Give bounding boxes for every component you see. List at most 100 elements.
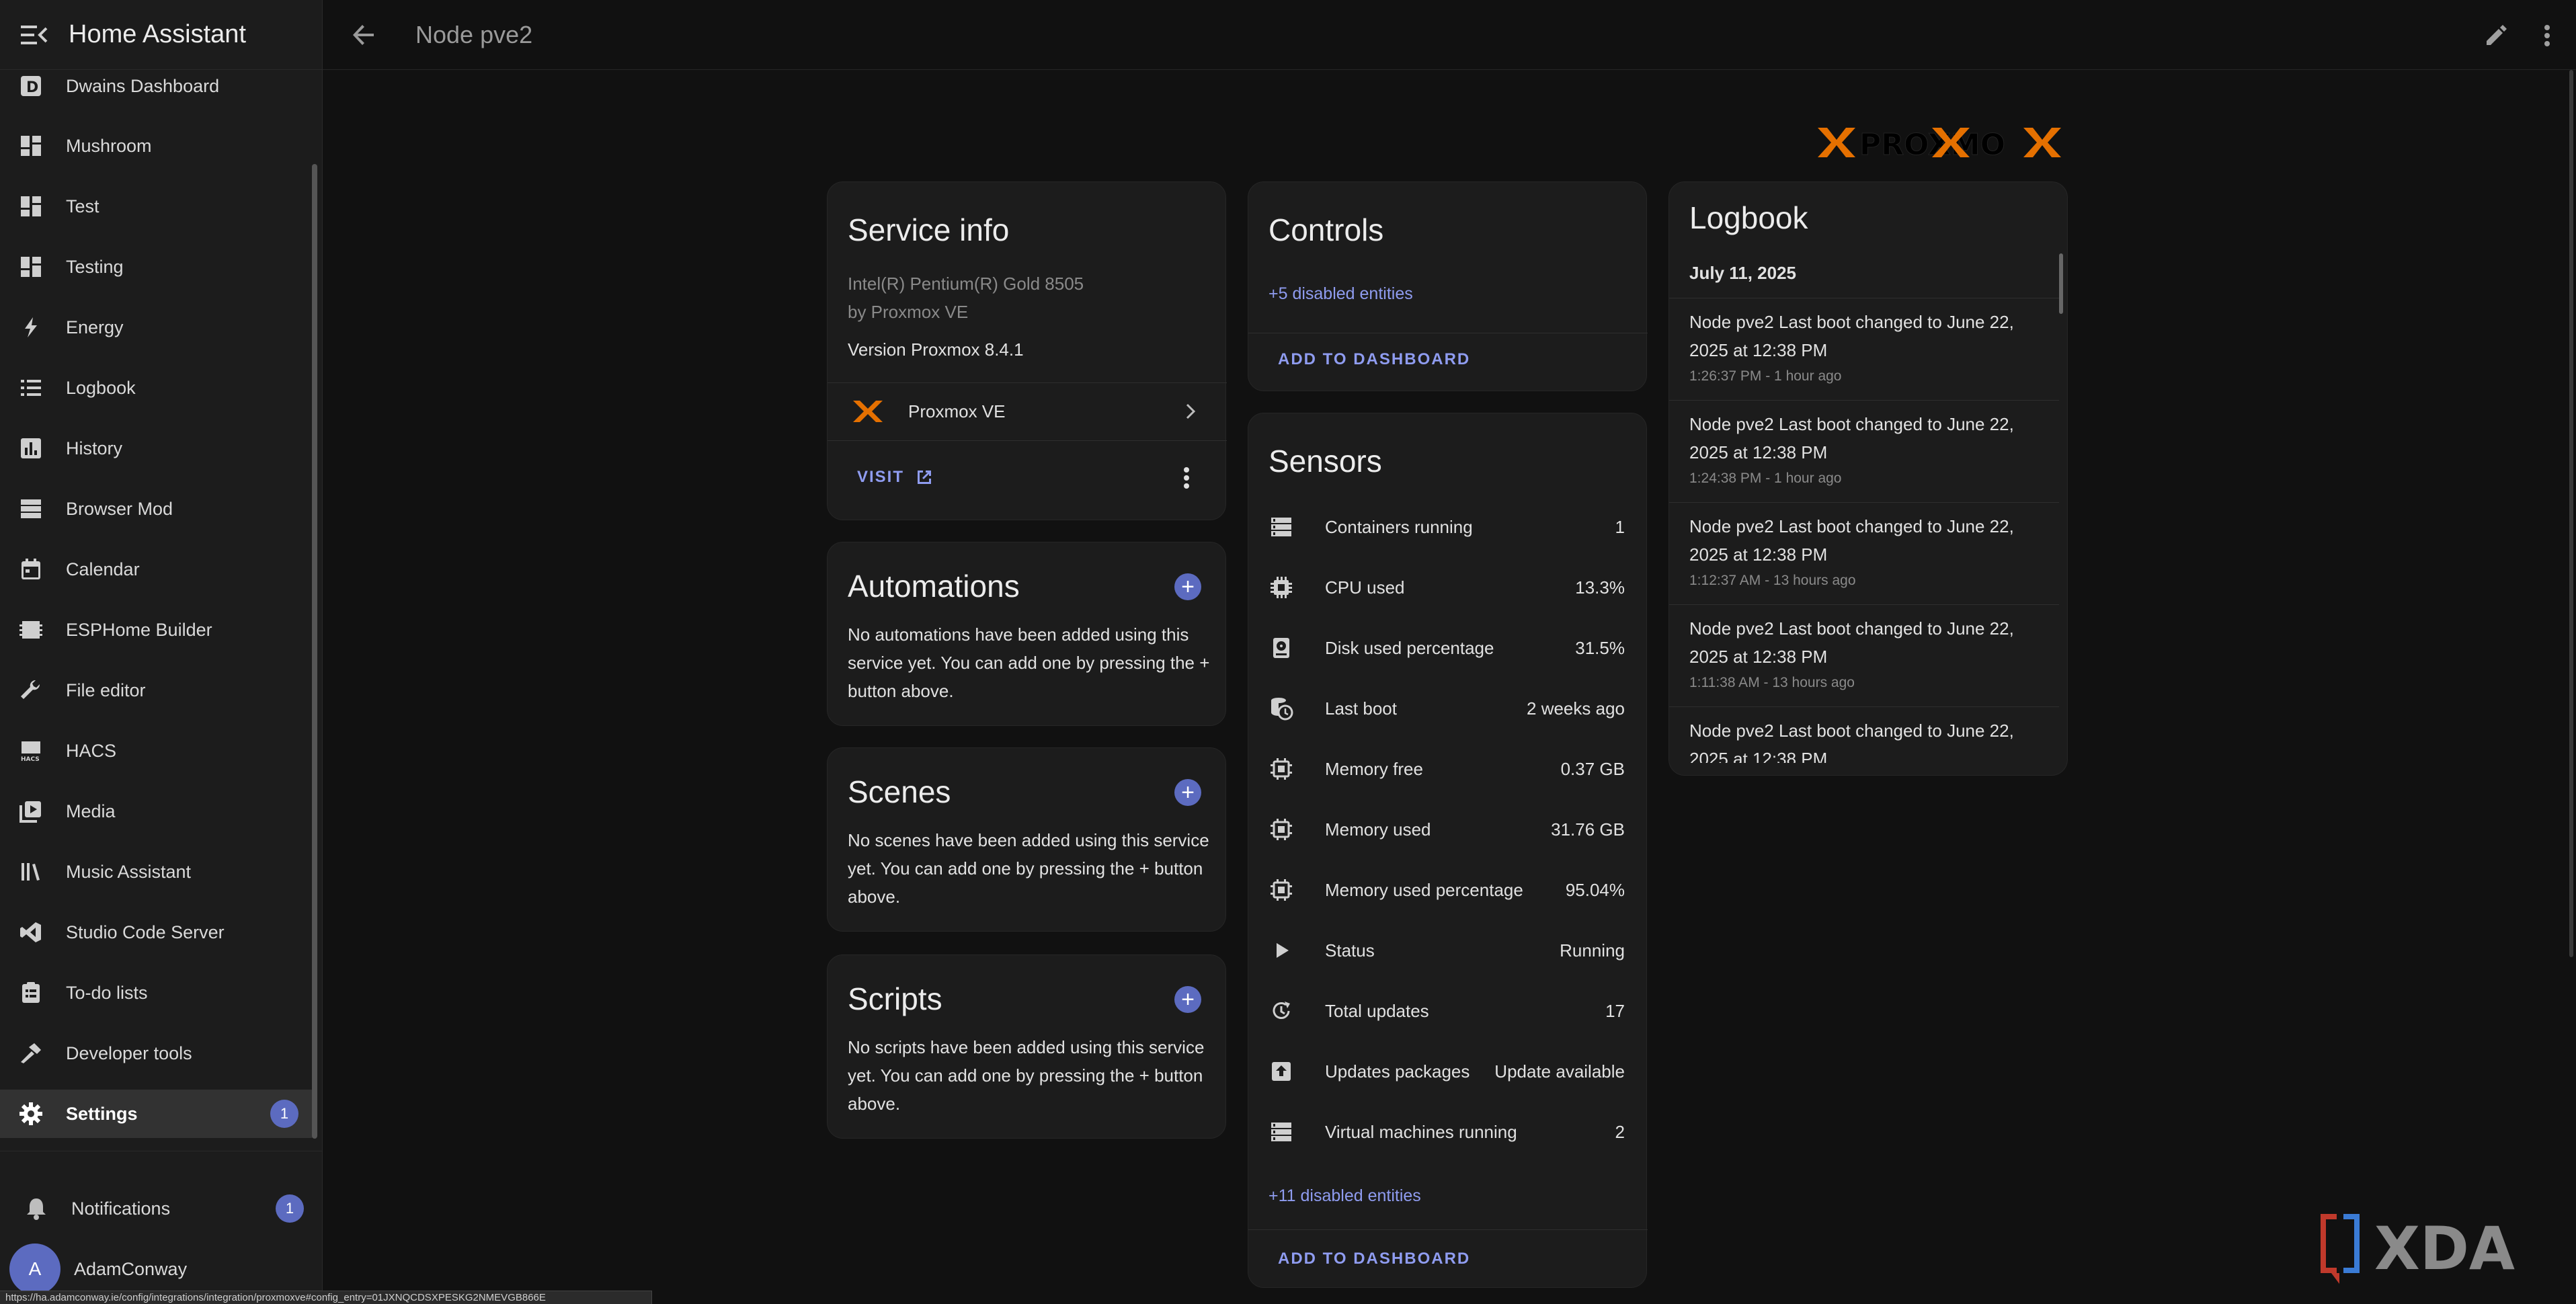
sensor-row-total-updates[interactable]: Total updates 17 <box>1248 981 1646 1041</box>
more-vertical-icon[interactable] <box>2524 12 2571 59</box>
calendar-icon <box>16 555 46 584</box>
log-entry-time: 1:24:38 PM - 1 hour ago <box>1689 471 1842 486</box>
sidebar-item-testing[interactable]: Testing <box>0 243 316 291</box>
sidebar-item-browser-mod[interactable]: Browser Mod <box>0 485 316 533</box>
sidebar-scrollbar[interactable] <box>311 70 320 1145</box>
divider <box>828 382 1227 383</box>
add-scene-button[interactable]: + <box>1174 779 1201 806</box>
sidebar-item-test[interactable]: Test <box>0 182 316 231</box>
dashboard-grid-icon <box>16 252 46 282</box>
sidebar-item-label: Settings <box>66 1103 138 1124</box>
sidebar-item-developer-tools[interactable]: Developer tools <box>0 1029 316 1077</box>
sidebar-item-media[interactable]: Media <box>0 787 316 836</box>
sidebar-item-logbook[interactable]: Logbook <box>0 364 316 412</box>
sidebar-item-calendar[interactable]: Calendar <box>0 545 316 594</box>
sidebar-item-mushroom[interactable]: Mushroom <box>0 122 316 170</box>
pencil-icon[interactable] <box>2472 12 2520 59</box>
log-entry-time: 1:11:38 AM - 13 hours ago <box>1689 675 1855 690</box>
library-music-icon <box>16 857 46 887</box>
avatar: A <box>9 1244 61 1295</box>
sidebar-scrollbar-thumb[interactable] <box>312 164 317 1139</box>
list-item[interactable]: Node pve2 Last boot changed to June 22, … <box>1669 706 2059 763</box>
visit-label: VISIT <box>857 468 905 486</box>
sensors-add-to-dashboard-button[interactable]: ADD TO DASHBOARD <box>1278 1250 1470 1268</box>
list-item[interactable]: Node pve2 Last boot changed to June 22, … <box>1669 400 2059 501</box>
server-icon <box>1264 510 1298 544</box>
main-scrollbar[interactable] <box>2568 70 2576 1304</box>
sidebar-item-file-editor[interactable]: File editor <box>0 666 316 715</box>
list-item[interactable]: Node pve2 Last boot changed to June 22, … <box>1669 502 2059 603</box>
xda-watermark-logo: XDA <box>2321 1214 2515 1284</box>
sensor-row-status[interactable]: Status Running <box>1248 920 1646 981</box>
sensor-row-memory-free[interactable]: Memory free 0.37 GB <box>1248 739 1646 799</box>
sidebar-item-label: Studio Code Server <box>66 922 225 942</box>
dashboard-d-icon: D <box>16 71 46 101</box>
controls-card: Controls +5 disabled entities ADD TO DAS… <box>1248 181 1648 391</box>
log-entry-text: Node pve2 Last boot changed to June 22, … <box>1689 414 2014 462</box>
status-bar-url: https://ha.adamconway.ie/config/integrat… <box>0 1291 652 1304</box>
main-scrollbar-thumb[interactable] <box>2569 70 2573 957</box>
sidebar-item-todo-lists[interactable]: To-do lists <box>0 969 316 1017</box>
sensor-value: 95.04% <box>1565 879 1625 900</box>
svg-text:HACS: HACS <box>21 756 40 762</box>
vscode-icon <box>16 918 46 947</box>
add-automation-button[interactable]: + <box>1174 573 1201 600</box>
sidebar-item-energy[interactable]: Energy <box>0 303 316 352</box>
sensor-row-last-boot[interactable]: Last boot 2 weeks ago <box>1248 678 1646 739</box>
sensors-disabled-entities-link[interactable]: +11 disabled entities <box>1269 1186 1421 1206</box>
log-entry-time: 1:12:37 AM - 13 hours ago <box>1689 573 1856 588</box>
sidebar-item-studio-code-server[interactable]: Studio Code Server <box>0 908 316 956</box>
sensor-value: 13.3% <box>1575 577 1625 598</box>
sidebar-item-label: HACS <box>66 740 117 761</box>
automations-title: Automations <box>848 569 1020 604</box>
menu-open-icon[interactable] <box>13 14 55 56</box>
user-profile-item[interactable]: A AdamConway <box>0 1244 316 1295</box>
sidebar-item-label: Media <box>66 801 116 821</box>
logbook-scrollbar[interactable] <box>2058 253 2064 751</box>
visit-button[interactable]: VISIT <box>857 460 934 494</box>
notifications-item[interactable]: Notifications 1 <box>0 1184 316 1233</box>
list-item[interactable]: Node pve2 Last boot changed to June 22, … <box>1669 604 2059 705</box>
sidebar-item-label: Browser Mod <box>66 498 173 519</box>
log-entry-text: Node pve2 Last boot changed to June 22, … <box>1689 721 2014 763</box>
hammer-icon <box>16 1038 46 1068</box>
sensor-row-containers-running[interactable]: Containers running 1 <box>1248 497 1646 557</box>
user-name: AdamConway <box>74 1258 188 1279</box>
sidebar-item-label: History <box>66 438 123 458</box>
sensor-row-disk-used-percentage[interactable]: Disk used percentage 31.5% <box>1248 618 1646 678</box>
proxmox-logo: PROXMO <box>1818 128 2061 160</box>
add-script-button[interactable]: + <box>1174 986 1201 1013</box>
lightning-bolt-icon <box>16 313 46 342</box>
controls-add-to-dashboard-button[interactable]: ADD TO DASHBOARD <box>1278 350 1470 369</box>
sensor-row-memory-used[interactable]: Memory used 31.76 GB <box>1248 799 1646 860</box>
automations-empty-text: No automations have been added using thi… <box>848 624 1210 701</box>
logbook-list: Node pve2 Last boot changed to June 22, … <box>1669 298 2067 763</box>
harddisk-icon <box>1264 631 1298 665</box>
sensors-card: Sensors Containers running 1 CPU used 13… <box>1248 413 1648 1288</box>
sidebar-item-hacs[interactable]: HACS HACS <box>0 727 316 775</box>
device-model: Intel(R) Pentium(R) Gold 8505 <box>848 274 1084 294</box>
sidebar-item-label: Energy <box>66 317 124 337</box>
sensor-row-cpu-used[interactable]: CPU used 13.3% <box>1248 557 1646 618</box>
back-arrow-icon[interactable] <box>340 11 387 58</box>
sidebar-item-music-assistant[interactable]: Music Assistant <box>0 848 316 896</box>
sidebar-item-settings[interactable]: Settings 1 <box>0 1090 316 1138</box>
sidebar-item-esphome-builder[interactable]: ESPHome Builder <box>0 606 316 654</box>
logbook-scrollbar-thumb[interactable] <box>2059 253 2063 314</box>
sidebar-item-label: Testing <box>66 256 124 277</box>
cpu-icon <box>1264 571 1298 604</box>
scenes-title: Scenes <box>848 774 951 809</box>
more-vertical-icon[interactable] <box>1173 463 1200 493</box>
sidebar-item-dwains-dashboard[interactable]: D Dwains Dashboard <box>0 70 316 110</box>
sidebar-item-history[interactable]: History <box>0 424 316 473</box>
service-info-card: Service info Intel(R) Pentium(R) Gold 85… <box>827 181 1227 520</box>
clipboard-list-icon <box>16 978 46 1008</box>
sensor-row-virtual-machines-running[interactable]: Virtual machines running 2 <box>1248 1102 1646 1162</box>
integration-row[interactable]: Proxmox VE <box>828 384 1227 439</box>
wrench-icon <box>16 676 46 705</box>
list-item[interactable]: Node pve2 Last boot changed to June 22, … <box>1669 298 2059 399</box>
controls-disabled-entities-link[interactable]: +5 disabled entities <box>1269 284 1413 304</box>
sensor-row-updates-packages[interactable]: Updates packages Update available <box>1248 1041 1646 1102</box>
sensor-row-memory-used-percentage[interactable]: Memory used percentage 95.04% <box>1248 860 1646 920</box>
sidebar: Home Assistant D Dwains Dashboard Mushro… <box>0 0 323 1304</box>
